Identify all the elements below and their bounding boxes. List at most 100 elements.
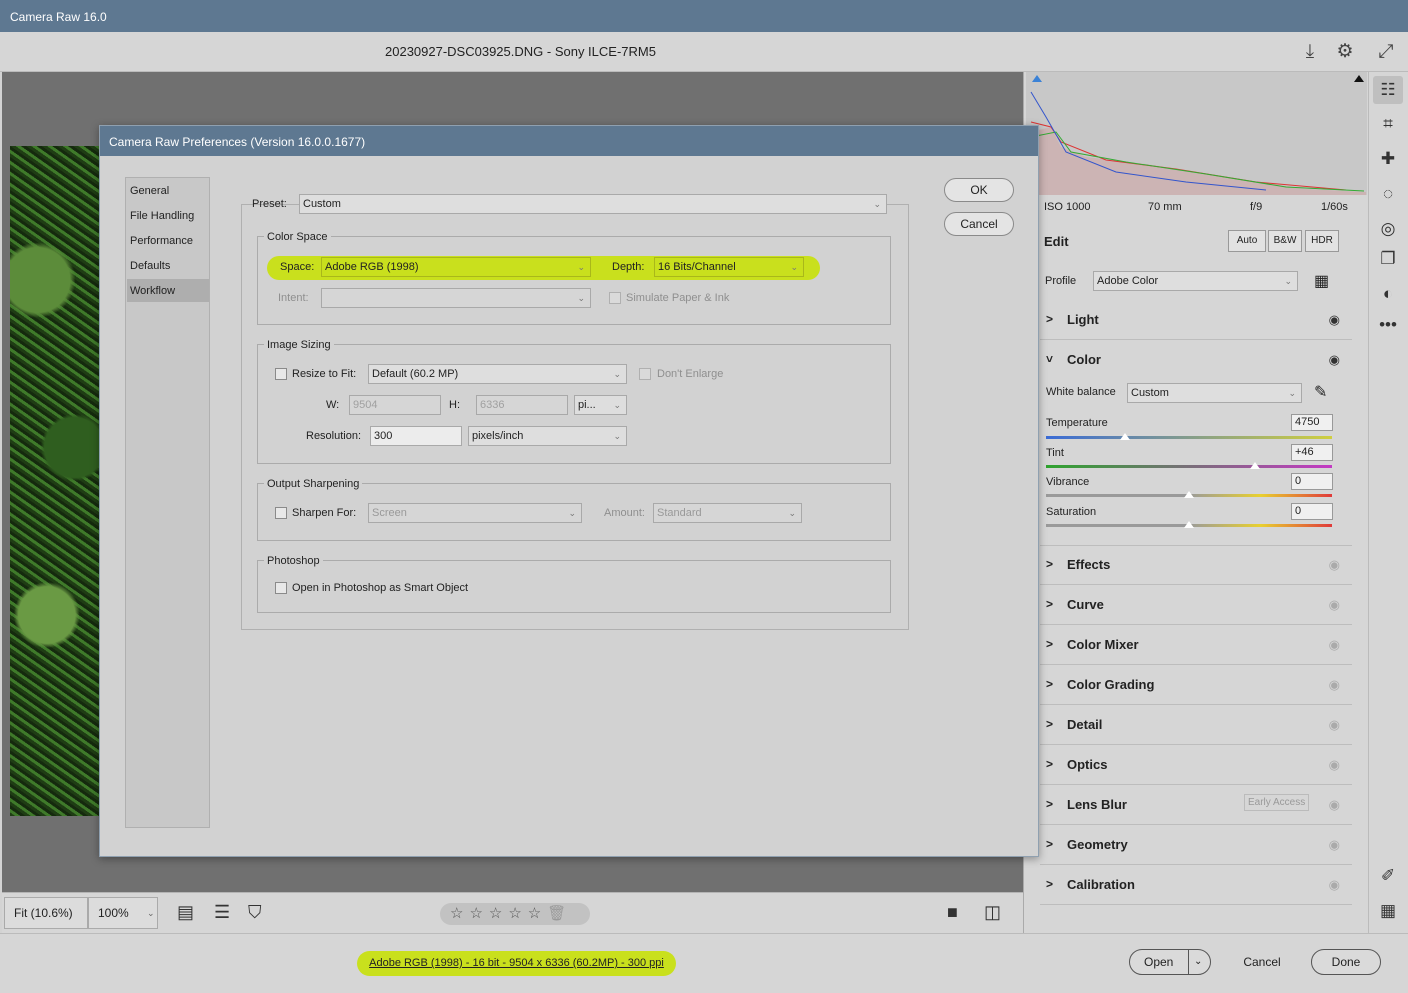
eye-icon[interactable]: ◉: [1329, 637, 1340, 653]
size-unit-select[interactable]: pi... ⌄: [574, 395, 627, 415]
eye-icon[interactable]: ◉: [1329, 597, 1340, 613]
before-after-icon[interactable]: ■: [947, 902, 958, 923]
compare-icon[interactable]: ◫: [984, 902, 1001, 923]
chevron-down-icon[interactable]: >: [1043, 355, 1057, 362]
saturation-thumb[interactable]: [1184, 521, 1194, 528]
edit-panel: ISO 1000 70 mm f/9 1/60s Edit Auto B&W H…: [1023, 72, 1368, 933]
gear-icon[interactable]: ⚙: [1333, 40, 1357, 64]
snapshots-icon[interactable]: ❐: [1373, 245, 1403, 273]
resolution-input[interactable]: 300: [370, 426, 462, 446]
eye-icon[interactable]: ◉: [1329, 352, 1340, 368]
eye-icon[interactable]: ◉: [1329, 557, 1340, 573]
rating-stars[interactable]: ☆☆☆☆☆🗑: [440, 903, 590, 925]
trash-icon[interactable]: 🗑: [547, 905, 572, 922]
panel-calibration[interactable]: > Calibration ◉: [1040, 865, 1352, 905]
presets-icon[interactable]: ◐: [1373, 280, 1403, 308]
profile-select[interactable]: Adobe Color ⌄: [1093, 271, 1298, 291]
eye-icon[interactable]: ◉: [1329, 312, 1340, 328]
filmstrip-icon[interactable]: ▤: [177, 902, 194, 923]
dont-enlarge-checkbox[interactable]: [639, 368, 651, 380]
space-label: Space:: [280, 261, 315, 273]
tint-slider[interactable]: [1046, 465, 1332, 468]
nav-item-file-handling[interactable]: File Handling: [127, 204, 209, 227]
edit-sliders-icon[interactable]: ☷: [1373, 76, 1403, 104]
chevron-down-icon: ⌄: [577, 262, 585, 272]
nav-item-workflow[interactable]: Workflow: [127, 279, 209, 302]
height-input[interactable]: 6336: [476, 395, 568, 415]
save-icon[interactable]: ⤓: [1298, 40, 1322, 64]
cancel-button[interactable]: Cancel: [1229, 949, 1295, 975]
eyedropper-icon[interactable]: ✎: [1314, 382, 1327, 402]
panel-geometry[interactable]: > Geometry ◉: [1040, 825, 1352, 865]
saturation-value[interactable]: 0: [1291, 503, 1333, 520]
masking-icon[interactable]: ◌: [1373, 180, 1403, 208]
zoom-fit-button[interactable]: Fit (10.6%): [4, 897, 88, 929]
panel-light[interactable]: > Light ◉: [1040, 300, 1352, 340]
sort-icon[interactable]: ☰: [214, 902, 230, 923]
eye-icon[interactable]: ◉: [1329, 757, 1340, 773]
panel-lens-blur-title: Lens Blur: [1067, 797, 1127, 812]
panel-effects[interactable]: > Effects ◉: [1040, 545, 1352, 585]
top-bar: 20230927-DSC03925.DNG - Sony ILCE-7RM5 ⤓…: [0, 32, 1408, 72]
nav-item-performance[interactable]: Performance: [127, 229, 209, 252]
eye-icon[interactable]: ◉: [1329, 717, 1340, 733]
space-select[interactable]: Adobe RGB (1998) ⌄: [321, 257, 591, 277]
temperature-thumb[interactable]: [1120, 433, 1130, 440]
sharpen-for-checkbox[interactable]: [275, 507, 287, 519]
more-icon[interactable]: •••: [1373, 311, 1403, 339]
panel-color-title[interactable]: Color: [1067, 352, 1101, 367]
workflow-options-link[interactable]: Adobe RGB (1998) - 16 bit - 9504 x 6336 …: [357, 951, 676, 976]
histogram-graph: [1030, 75, 1366, 195]
zoom-100-button[interactable]: 100% ⌄: [88, 897, 158, 929]
space-value: Adobe RGB (1998): [325, 261, 419, 273]
dialog-cancel-button[interactable]: Cancel: [944, 212, 1014, 236]
white-balance-label: White balance: [1046, 386, 1116, 398]
resize-to-fit-select[interactable]: Default (60.2 MP) ⌄: [368, 364, 627, 384]
resize-to-fit-checkbox[interactable]: [275, 368, 287, 380]
crop-icon[interactable]: ⌗: [1373, 110, 1403, 138]
ok-button[interactable]: OK: [944, 178, 1014, 202]
chevron-down-icon[interactable]: ⌄: [147, 898, 155, 928]
open-button[interactable]: Open ⌄: [1129, 949, 1211, 975]
grid-icon[interactable]: ▦: [1373, 897, 1403, 925]
filter-icon[interactable]: ⛉: [248, 902, 262, 923]
eye-icon[interactable]: ◉: [1329, 797, 1340, 813]
simulate-paper-checkbox[interactable]: [609, 292, 621, 304]
panel-detail[interactable]: > Detail ◉: [1040, 705, 1352, 745]
width-input[interactable]: 9504: [349, 395, 441, 415]
sampler-icon[interactable]: ✐: [1373, 862, 1403, 890]
red-eye-icon[interactable]: ◎: [1373, 215, 1403, 243]
nav-item-general[interactable]: General: [127, 179, 209, 202]
preset-select[interactable]: Custom ⌄: [299, 194, 887, 214]
white-balance-select[interactable]: Custom ⌄: [1127, 383, 1302, 403]
done-button[interactable]: Done: [1311, 949, 1381, 975]
depth-select[interactable]: 16 Bits/Channel ⌄: [654, 257, 804, 277]
panel-color-mixer[interactable]: > Color Mixer ◉: [1040, 625, 1352, 665]
bw-button[interactable]: B&W: [1268, 230, 1302, 252]
tint-thumb[interactable]: [1250, 462, 1260, 469]
temperature-value[interactable]: 4750: [1291, 414, 1333, 431]
vibrance-thumb[interactable]: [1184, 491, 1194, 498]
vibrance-value[interactable]: 0: [1291, 473, 1333, 490]
eye-icon[interactable]: ◉: [1329, 677, 1340, 693]
panel-curve[interactable]: > Curve ◉: [1040, 585, 1352, 625]
auto-button[interactable]: Auto: [1228, 230, 1266, 252]
temperature-slider[interactable]: [1046, 436, 1332, 439]
resolution-unit-select[interactable]: pixels/inch ⌄: [468, 426, 627, 446]
intent-select[interactable]: ⌄: [321, 288, 591, 308]
fullscreen-icon[interactable]: ⤢: [1374, 40, 1398, 64]
eye-icon[interactable]: ◉: [1329, 877, 1340, 893]
hdr-button[interactable]: HDR: [1305, 230, 1339, 252]
panel-lens-blur[interactable]: > Lens Blur Early Access ◉: [1040, 785, 1352, 825]
eye-icon[interactable]: ◉: [1329, 837, 1340, 853]
tint-value[interactable]: +46: [1291, 444, 1333, 461]
amount-select[interactable]: Standard ⌄: [653, 503, 802, 523]
panel-optics[interactable]: > Optics ◉: [1040, 745, 1352, 785]
profile-browser-icon[interactable]: ▦: [1314, 271, 1329, 291]
chevron-down-icon[interactable]: ⌄: [1194, 950, 1202, 974]
nav-item-defaults[interactable]: Defaults: [127, 254, 209, 277]
sharpen-for-select[interactable]: Screen ⌄: [368, 503, 582, 523]
panel-color-grading[interactable]: > Color Grading ◉: [1040, 665, 1352, 705]
healing-icon[interactable]: ✚: [1373, 145, 1403, 173]
smart-object-checkbox[interactable]: [275, 582, 287, 594]
